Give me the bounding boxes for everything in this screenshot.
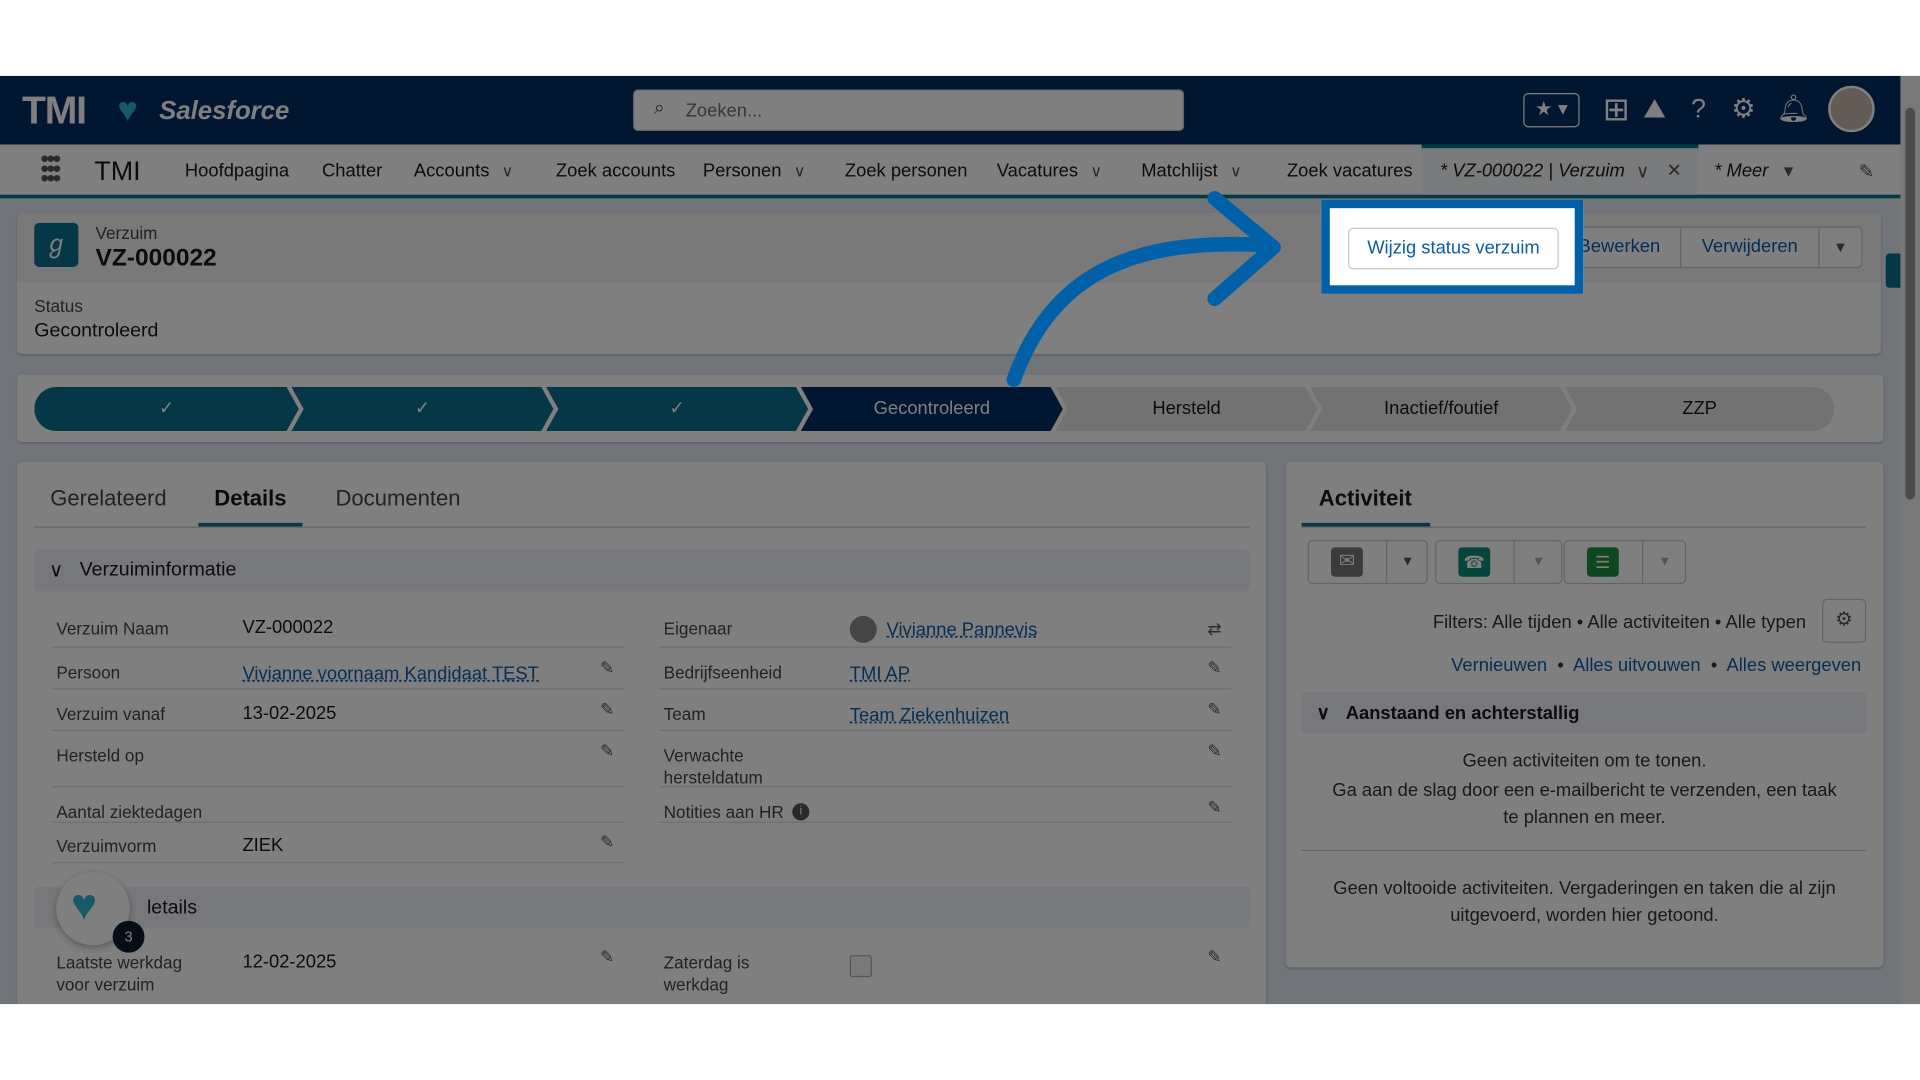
- pointer-arrow-icon: [1006, 191, 1281, 387]
